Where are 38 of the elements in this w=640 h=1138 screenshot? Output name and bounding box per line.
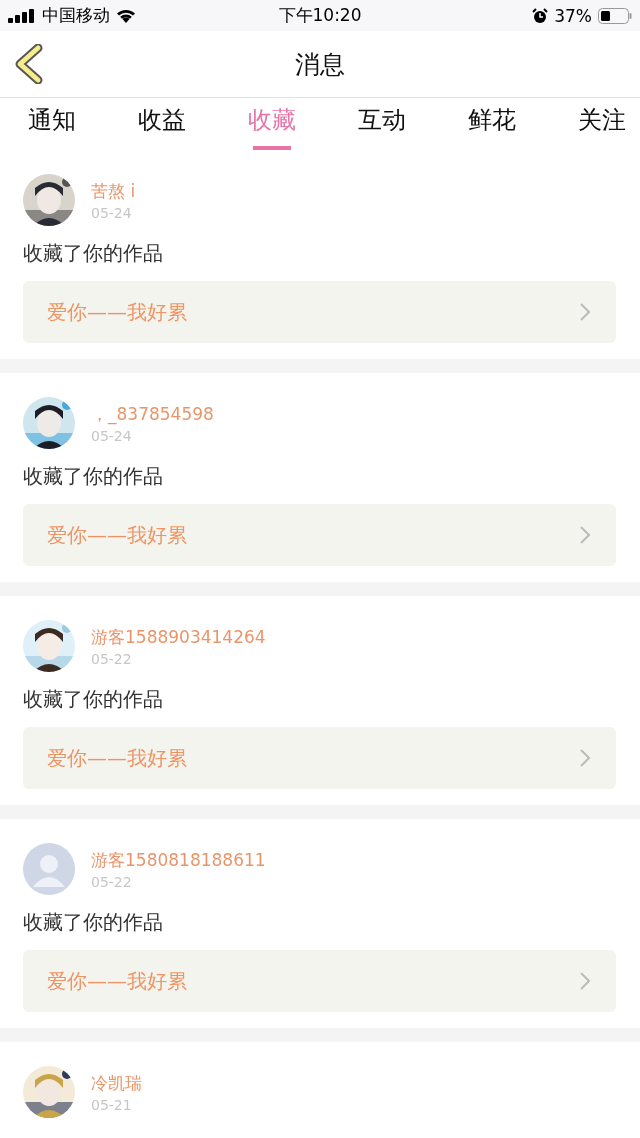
back-icon[interactable]: [14, 44, 44, 84]
work-link[interactable]: 爱你——我好累: [23, 281, 616, 343]
tab[interactable]: 关注: [574, 98, 630, 150]
user-name[interactable]: 冷凯瑞: [91, 1071, 142, 1095]
battery-icon: [598, 7, 632, 24]
tab[interactable]: 通知: [24, 98, 80, 150]
message-text: 收藏了你的作品: [23, 240, 164, 267]
tab[interactable]: 收益: [134, 98, 190, 150]
date-label: 05-22: [91, 873, 133, 890]
chevron-right-icon: [580, 526, 590, 544]
message-text: 收藏了你的作品: [23, 686, 164, 713]
battery-percent: 37%: [554, 5, 592, 26]
signal-icon: [8, 8, 36, 23]
date-label: 05-21: [91, 1096, 133, 1113]
tab[interactable]: 收藏: [244, 98, 300, 150]
user-name[interactable]: ，_837854598: [91, 402, 214, 426]
tab[interactable]: 互动: [354, 98, 410, 150]
page-title: 消息: [295, 48, 345, 81]
date-label: 05-22: [91, 650, 133, 667]
message-text: 收藏了你的作品: [23, 909, 164, 936]
message-text: 收藏了你的作品: [23, 463, 164, 490]
date-label: 05-24: [91, 204, 133, 221]
date-label: 05-24: [91, 427, 133, 444]
status-time: 下午10:20: [278, 4, 362, 27]
user-name[interactable]: 游客1580818188611: [91, 848, 266, 872]
wifi-icon: [116, 8, 136, 23]
default-avatar-icon: [23, 843, 75, 895]
user-name[interactable]: 游客1588903414264: [91, 625, 266, 649]
chevron-right-icon: [580, 303, 590, 321]
work-link[interactable]: 爱你——我好累: [23, 950, 616, 1012]
alarm-icon: [532, 7, 549, 24]
chevron-right-icon: [580, 749, 590, 767]
work-link[interactable]: 爱你——我好累: [23, 504, 616, 566]
tab[interactable]: 鲜花: [464, 98, 520, 150]
chevron-right-icon: [580, 972, 590, 990]
user-name[interactable]: 苦熬 i: [91, 179, 136, 203]
work-link[interactable]: 爱你——我好累: [23, 727, 616, 789]
carrier-name: 中国移动: [42, 4, 110, 27]
